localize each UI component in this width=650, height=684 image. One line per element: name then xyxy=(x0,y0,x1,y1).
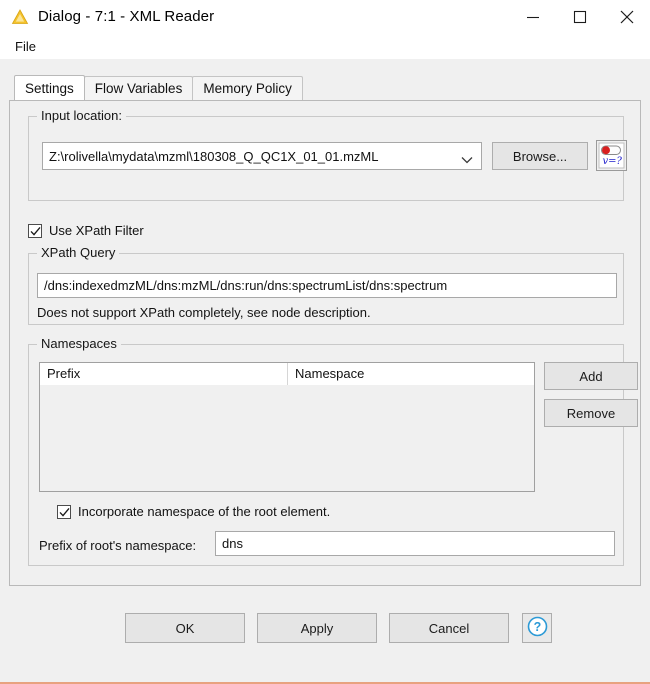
use-xpath-filter-label: Use XPath Filter xyxy=(49,223,144,238)
xpath-query-value: /dns:indexedmzML/dns:mzML/dns:run/dns:sp… xyxy=(44,278,448,293)
input-location-legend: Input location: xyxy=(37,108,126,123)
settings-panel: Input location: Z:\rolivella\mydata\mzml… xyxy=(9,100,641,586)
knime-node-triangle-icon xyxy=(11,8,29,26)
incorporate-namespace-checkbox[interactable]: Incorporate namespace of the root elemen… xyxy=(57,504,330,519)
xpath-hint-text: Does not support XPath completely, see n… xyxy=(37,305,371,320)
use-xpath-filter-checkbox[interactable]: Use XPath Filter xyxy=(28,223,144,238)
chevron-down-icon[interactable] xyxy=(461,152,473,164)
help-question-icon: ? xyxy=(527,616,548,640)
xpath-query-input[interactable]: /dns:indexedmzML/dns:mzML/dns:run/dns:sp… xyxy=(37,273,617,298)
cancel-button[interactable]: Cancel xyxy=(389,613,509,643)
xpath-query-group: XPath Query /dns:indexedmzML/dns:mzML/dn… xyxy=(28,245,624,325)
input-location-value: Z:\rolivella\mydata\mzml\180308_Q_QC1X_0… xyxy=(49,148,379,164)
root-prefix-value: dns xyxy=(222,536,243,551)
browse-button[interactable]: Browse... xyxy=(492,142,588,170)
checkmark-icon xyxy=(28,223,42,238)
namespaces-group: Namespaces Prefix Namespace Add Remove I… xyxy=(28,336,638,566)
tab-settings[interactable]: Settings xyxy=(14,75,85,100)
dialog-window: Dialog - 7:1 - XML Reader File Settings … xyxy=(0,0,650,684)
help-button[interactable]: ? xyxy=(522,613,552,643)
menu-file[interactable]: File xyxy=(11,37,40,56)
root-prefix-label: Prefix of root's namespace: xyxy=(39,538,197,553)
input-location-combo[interactable]: Z:\rolivella\mydata\mzml\180308_Q_QC1X_0… xyxy=(42,142,482,170)
svg-text:v=?: v=? xyxy=(603,156,623,167)
svg-text:?: ? xyxy=(533,620,541,634)
xpath-query-legend: XPath Query xyxy=(37,245,120,260)
close-button[interactable] xyxy=(603,0,650,33)
root-prefix-input[interactable]: dns xyxy=(215,531,615,556)
window-controls xyxy=(509,0,650,33)
tab-flow-variables[interactable]: Flow Variables xyxy=(83,76,194,100)
tab-strip: Settings Flow Variables Memory Policy xyxy=(0,75,650,100)
flow-variable-icon[interactable]: v=? xyxy=(596,140,627,171)
input-location-group: Input location: Z:\rolivella\mydata\mzml… xyxy=(28,108,627,201)
column-header-namespace[interactable]: Namespace xyxy=(288,363,534,385)
maximize-button[interactable] xyxy=(556,0,603,33)
ok-button[interactable]: OK xyxy=(125,613,245,643)
namespaces-table-body[interactable] xyxy=(40,385,534,491)
namespaces-table-header: Prefix Namespace xyxy=(40,363,534,385)
incorporate-namespace-label: Incorporate namespace of the root elemen… xyxy=(78,504,331,519)
tab-memory-policy[interactable]: Memory Policy xyxy=(192,76,303,100)
namespaces-legend: Namespaces xyxy=(37,336,121,351)
add-namespace-button[interactable]: Add xyxy=(544,362,638,390)
minimize-button[interactable] xyxy=(509,0,556,33)
title-bar: Dialog - 7:1 - XML Reader xyxy=(0,0,650,33)
namespaces-table[interactable]: Prefix Namespace xyxy=(39,362,535,492)
apply-button[interactable]: Apply xyxy=(257,613,377,643)
remove-namespace-button[interactable]: Remove xyxy=(544,399,638,427)
checkmark-icon xyxy=(57,504,71,519)
window-title: Dialog - 7:1 - XML Reader xyxy=(38,8,215,25)
dialog-footer: OK Apply Cancel ? xyxy=(0,596,650,682)
menu-bar: File xyxy=(0,33,650,59)
column-header-prefix[interactable]: Prefix xyxy=(40,363,288,385)
